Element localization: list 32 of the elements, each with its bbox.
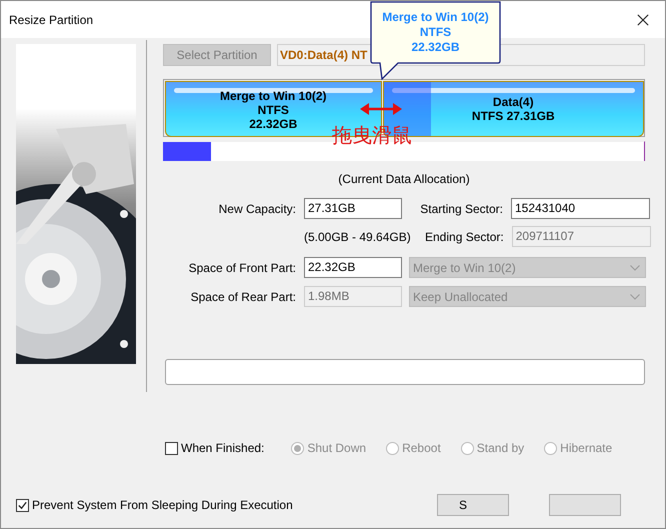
chevron-icon bbox=[630, 264, 640, 270]
input-field[interactable]: 152431040 bbox=[511, 198, 650, 219]
radio-label: Shut Down bbox=[307, 441, 366, 455]
input-field[interactable]: 22.32GB bbox=[304, 257, 402, 278]
start-button[interactable]: S bbox=[437, 494, 509, 516]
field-label: Space of Front Part: bbox=[188, 260, 296, 274]
range-text: (5.00GB - 49.64GB) bbox=[304, 228, 411, 244]
allocation-caption: (Current Data Allocation) bbox=[338, 171, 470, 187]
radio-label: Hibernate bbox=[560, 441, 612, 455]
tooltip-text: 22.32GB bbox=[411, 40, 460, 55]
radio-label: Stand by bbox=[476, 441, 524, 455]
checkbox-label: Prevent System From Sleeping During Execution bbox=[32, 498, 293, 512]
radio-label: Reboot bbox=[402, 441, 441, 455]
tooltip-text: Merge to Win 10(2) bbox=[382, 10, 489, 25]
partition-label: 22.32GB bbox=[249, 117, 298, 131]
partition-label: Merge to Win 10(2) bbox=[220, 89, 327, 103]
partition-label: NTFS 27.31GB bbox=[472, 109, 555, 123]
field-label: Space of Rear Part: bbox=[190, 290, 296, 304]
partition-label: Data(4) bbox=[492, 95, 534, 109]
checkbox[interactable] bbox=[165, 442, 178, 454]
checkbox-label: When Finished: bbox=[181, 441, 264, 455]
field-label: New Capacity: bbox=[218, 202, 296, 216]
checkbox[interactable] bbox=[16, 498, 29, 512]
button[interactable] bbox=[549, 494, 621, 516]
double-arrow-icon bbox=[360, 103, 402, 115]
window-title: Resize Partition bbox=[9, 12, 94, 26]
field-label: Starting Sector: bbox=[419, 202, 503, 216]
chevron-icon bbox=[630, 294, 640, 300]
close-icon[interactable] bbox=[637, 14, 649, 26]
tooltip-text: NTFS bbox=[420, 25, 452, 40]
partition-label: NTFS bbox=[258, 103, 289, 117]
input-field[interactable]: 27.31GB bbox=[304, 198, 402, 219]
